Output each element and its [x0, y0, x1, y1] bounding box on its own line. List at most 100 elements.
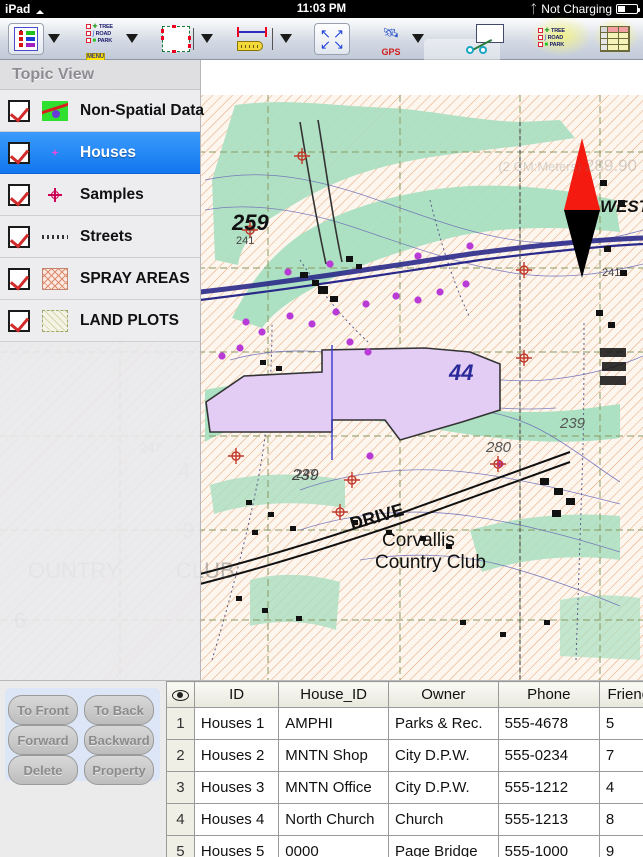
- cell-house-id[interactable]: MNTN Office: [278, 771, 389, 804]
- cell-friendliness[interactable]: 9: [599, 835, 643, 857]
- bottom-panel: To Front To Back Forward Backward Delete…: [0, 680, 643, 857]
- crosshair-symbol-icon: [40, 183, 70, 207]
- chart-window-icon: [464, 23, 504, 54]
- cell-owner[interactable]: City D.P.W.: [388, 771, 499, 804]
- cell-owner[interactable]: Parks & Rec.: [388, 707, 499, 740]
- column-header-id[interactable]: ID: [194, 681, 280, 708]
- cell-phone[interactable]: 555-1000: [498, 835, 600, 857]
- cell-friendliness[interactable]: 4: [599, 771, 643, 804]
- layer-row-streets[interactable]: Streets: [0, 216, 200, 258]
- cell-id[interactable]: Houses 3: [194, 771, 280, 804]
- layer-row-samples[interactable]: Samples: [0, 174, 200, 216]
- sidebar-title: Topic View: [0, 60, 200, 90]
- layer-label: Non-Spatial Data: [80, 101, 205, 119]
- column-header-owner[interactable]: Owner: [388, 681, 499, 708]
- layer-row-non-spatial-data[interactable]: Non-Spatial Data: [0, 90, 204, 132]
- to-back-button[interactable]: To Back: [84, 695, 154, 725]
- edit-shape-caret-icon[interactable]: [201, 34, 213, 43]
- map-label-241: 241: [236, 235, 254, 247]
- dashed-parcel-symbol-icon: [40, 309, 70, 333]
- table-grid-icon: [600, 25, 630, 52]
- layer-label: Streets: [80, 227, 133, 245]
- cell-id[interactable]: Houses 2: [194, 739, 280, 772]
- layer-checkbox-land-plots[interactable]: [8, 309, 30, 332]
- map-label-259: 259: [231, 210, 269, 235]
- map-label-44: 44: [448, 360, 473, 385]
- cell-owner[interactable]: Page Bridge: [388, 835, 499, 857]
- layer-label: Samples: [80, 185, 144, 203]
- layer-label: Houses: [80, 143, 136, 161]
- zoom-extent-tool-button[interactable]: ↖ ↗ ↙ ↘: [314, 22, 350, 55]
- column-header-friendliness[interactable]: Friendliness: [599, 681, 643, 708]
- fullscreen-arrows-icon: ↖ ↗ ↙ ↘: [320, 25, 344, 52]
- row-number: 4: [167, 803, 195, 836]
- layer-label: SPRAY AREAS: [80, 269, 190, 287]
- map-label-239: 239: [291, 467, 319, 484]
- table-row[interactable]: 5 Houses 5 0000 Page Bridge 555-1000 9: [167, 835, 643, 857]
- table-row[interactable]: 4 Houses 4 North Church Church 555-1213 …: [167, 803, 643, 836]
- layer-checkbox-streets[interactable]: [8, 225, 30, 248]
- property-button[interactable]: Property: [84, 755, 154, 785]
- map-label-280: 280: [485, 439, 512, 456]
- cell-phone[interactable]: 555-4678: [498, 707, 600, 740]
- column-header-house-id[interactable]: House_ID: [278, 681, 389, 708]
- main-toolbar: ✚ TREE ∫ ROAD ■ PARK MENU ↖ ↗ ↙ ↘ 🛰 GPS …: [0, 16, 643, 75]
- layer-checkbox-samples[interactable]: [8, 183, 30, 206]
- attribute-table-tool-button[interactable]: [600, 23, 630, 55]
- to-front-button[interactable]: To Front: [8, 695, 78, 725]
- cell-house-id[interactable]: North Church: [278, 803, 389, 836]
- ruler-icon: [235, 26, 269, 52]
- measure-caret-icon[interactable]: [280, 34, 292, 43]
- attribute-table[interactable]: ID House_ID Owner Phone Friendliness 1 H…: [166, 681, 643, 857]
- row-number: 3: [167, 771, 195, 804]
- legend-panel-tool-button[interactable]: ✚ TREE ∫ ROAD ■ PARK: [538, 23, 574, 55]
- tree-road-park-legend-icon: ✚ TREE ∫ ROAD ■ PARK: [538, 28, 574, 50]
- table-row[interactable]: 1 Houses 1 AMPHI Parks & Rec. 555-4678 5: [167, 707, 643, 740]
- table-header-row: ID House_ID Owner Phone Friendliness: [167, 681, 643, 708]
- charge-status-label: Not Charging: [541, 2, 612, 16]
- cell-id[interactable]: Houses 1: [194, 707, 280, 740]
- gps-caret-icon[interactable]: [412, 34, 424, 43]
- cell-id[interactable]: Houses 5: [194, 835, 280, 857]
- measure-tool-button[interactable]: [235, 23, 269, 55]
- layer-row-spray-areas[interactable]: SPRAY AREAS: [0, 258, 200, 300]
- cell-owner[interactable]: City D.P.W.: [388, 739, 499, 772]
- cell-phone[interactable]: 555-0234: [498, 739, 600, 772]
- map-label-corvallis: Corvallis: [382, 530, 455, 551]
- edit-shape-tool-button[interactable]: [161, 23, 191, 55]
- cell-friendliness[interactable]: 8: [599, 803, 643, 836]
- ios-status-bar: iPad 11:03 PM ᛏ Not Charging: [0, 0, 643, 18]
- gps-tool-button[interactable]: 🛰 GPS: [374, 23, 408, 57]
- forward-button[interactable]: Forward: [8, 725, 78, 755]
- cell-house-id[interactable]: AMPHI: [278, 707, 389, 740]
- cell-friendliness[interactable]: 5: [599, 707, 643, 740]
- cell-house-id[interactable]: MNTN Shop: [278, 739, 389, 772]
- backward-button[interactable]: Backward: [84, 725, 154, 755]
- legend-tool-button[interactable]: [8, 22, 44, 55]
- column-header-phone[interactable]: Phone: [498, 681, 600, 708]
- cell-phone[interactable]: 555-1213: [498, 803, 600, 836]
- layer-checkbox-non-spatial-data[interactable]: [8, 99, 30, 122]
- cell-friendliness[interactable]: 7: [599, 739, 643, 772]
- layer-menu-caret-icon[interactable]: [126, 34, 138, 43]
- layer-row-houses[interactable]: Houses: [0, 132, 200, 174]
- delete-button[interactable]: Delete: [8, 755, 78, 785]
- layer-row-land-plots[interactable]: LAND PLOTS: [0, 300, 200, 342]
- visibility-column-header[interactable]: [167, 681, 195, 708]
- chart-tool-button[interactable]: [464, 23, 504, 55]
- table-row[interactable]: 2 Houses 2 MNTN Shop City D.P.W. 555-023…: [167, 739, 643, 772]
- dotted-line-symbol-icon: [40, 225, 70, 249]
- cell-house-id[interactable]: 0000: [278, 835, 389, 857]
- layer-menu-tool-button[interactable]: ✚ TREE ∫ ROAD ■ PARK MENU: [86, 23, 122, 61]
- cell-id[interactable]: Houses 4: [194, 803, 280, 836]
- layer-checkbox-spray-areas[interactable]: [8, 267, 30, 290]
- layer-checkbox-houses[interactable]: [8, 141, 30, 164]
- cell-owner[interactable]: Church: [388, 803, 499, 836]
- map-label-country-club: Country Club: [375, 552, 486, 573]
- gps-satellite-icon: 🛰 GPS: [381, 24, 401, 57]
- cell-phone[interactable]: 555-1212: [498, 771, 600, 804]
- table-row[interactable]: 3 Houses 3 MNTN Office City D.P.W. 555-1…: [167, 771, 643, 804]
- arrange-button-panel: To Front To Back Forward Backward Delete…: [0, 681, 165, 857]
- legend-tool-caret-icon[interactable]: [48, 34, 60, 43]
- tree-road-park-menu-icon: ✚ TREE ∫ ROAD ■ PARK MENU: [86, 23, 113, 61]
